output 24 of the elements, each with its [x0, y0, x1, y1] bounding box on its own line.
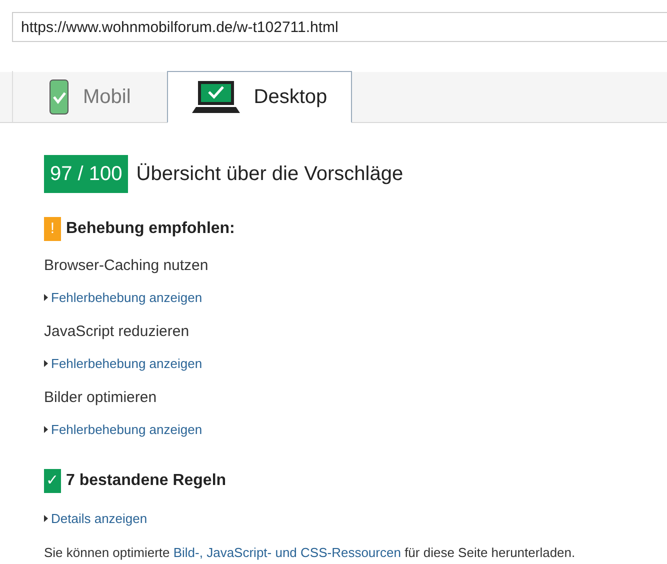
- rule-title: JavaScript reduzieren: [44, 322, 190, 342]
- section-heading: Behebung empfohlen:: [66, 219, 235, 239]
- footer-text: Sie können optimierte Bild-, JavaScript- und CSS-Ressourcen für diese Seite herunterladen.: [44, 544, 576, 562]
- url-field[interactable]: https://www.wohnmobilforum.de/w-t102711.html: [12, 12, 667, 42]
- score-badge: 97 / 100: [44, 155, 128, 193]
- check-icon: ✓: [44, 469, 61, 493]
- section-heading: 7 bestandene Regeln: [66, 471, 226, 491]
- rule-title: Browser-Caching nutzen: [44, 256, 210, 276]
- summary-title: Übersicht über die Vorschläge: [136, 162, 404, 187]
- details-link[interactable]: Fehlerbehebung anzeigen: [51, 420, 202, 439]
- resources-link[interactable]: Bild-, JavaScript- und CSS-Ressourcen: [173, 544, 401, 560]
- details-link[interactable]: Fehlerbehebung anzeigen: [51, 354, 202, 373]
- expand-arrow-icon: [44, 294, 48, 301]
- expand-arrow-icon: [44, 360, 48, 367]
- laptop-icon: [192, 80, 240, 114]
- tab[interactable]: Mobil: [12, 71, 167, 122]
- expand-arrow-icon: [44, 426, 48, 433]
- phone-icon: [49, 78, 69, 114]
- rule-title: Bilder optimieren: [44, 388, 158, 408]
- expand-arrow-icon: [44, 515, 48, 522]
- details-link[interactable]: Fehlerbehebung anzeigen: [51, 288, 202, 307]
- warning-icon: !: [44, 217, 61, 241]
- details-link[interactable]: Details anzeigen: [51, 509, 148, 528]
- tab[interactable]: Desktop: [166, 71, 352, 123]
